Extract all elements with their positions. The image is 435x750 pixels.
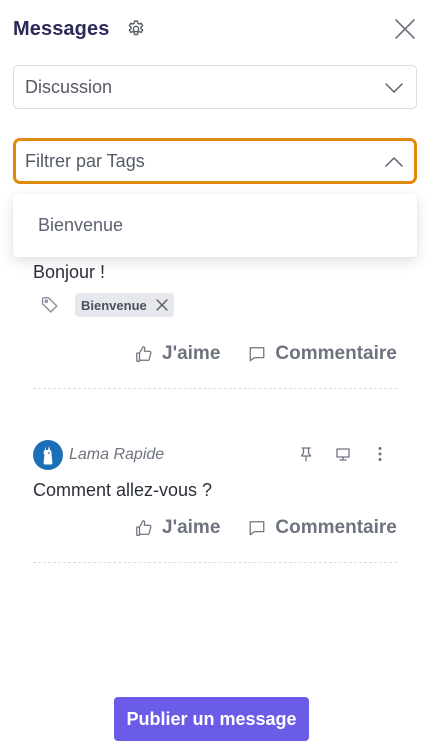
- comment-button[interactable]: Commentaire: [248, 343, 397, 365]
- post-actions: J'aime Commentaire: [135, 343, 397, 365]
- post-actions: J'aime Commentaire: [135, 517, 397, 539]
- chevron-down-icon: [384, 78, 404, 98]
- tag-filter-placeholder: Filtrer par Tags: [25, 150, 145, 171]
- chevron-up-icon: [384, 152, 404, 172]
- comment-button[interactable]: Commentaire: [248, 517, 397, 539]
- post-text: Comment allez-vous ?: [33, 480, 213, 500]
- post-author: Lama Rapide: [33, 440, 164, 470]
- tag-filter-select[interactable]: Filtrer par Tags: [13, 138, 417, 184]
- like-label: J'aime: [162, 343, 221, 364]
- discussion-select[interactable]: Discussion: [13, 65, 417, 109]
- discussion-select-value: Discussion: [25, 76, 113, 97]
- comment-icon: [248, 519, 266, 537]
- avatar[interactable]: [33, 440, 63, 470]
- tag-filter-dropdown: Bienvenue: [13, 194, 417, 257]
- thumbs-up-icon: [135, 345, 153, 363]
- comment-label: Commentaire: [275, 343, 397, 364]
- like-button[interactable]: J'aime: [135, 343, 220, 365]
- messages-panel: Messages Discussion Filtrer par Tags Bie…: [0, 0, 435, 750]
- remove-tag-icon[interactable]: [155, 298, 169, 312]
- tag-option[interactable]: Bienvenue: [38, 215, 123, 236]
- close-icon[interactable]: [393, 17, 417, 41]
- more-options-icon[interactable]: [372, 446, 388, 462]
- author-name: Lama Rapide: [69, 446, 165, 463]
- present-icon[interactable]: [335, 446, 351, 462]
- publish-message-button[interactable]: Publier un message: [114, 697, 309, 741]
- post-divider: [33, 388, 397, 389]
- like-label: J'aime: [162, 517, 221, 538]
- thumbs-up-icon: [135, 519, 153, 537]
- post-tags: Bienvenue: [40, 293, 174, 317]
- gear-icon[interactable]: [126, 19, 146, 39]
- tag-icon: [40, 295, 60, 315]
- tag-chip: Bienvenue: [75, 293, 174, 317]
- panel-title: Messages: [13, 17, 110, 40]
- comment-icon: [248, 345, 266, 363]
- post-tools: [298, 446, 388, 462]
- comment-label: Commentaire: [275, 517, 397, 538]
- pin-icon[interactable]: [298, 446, 314, 462]
- post-divider: [33, 562, 397, 563]
- panel-header: Messages: [13, 14, 417, 44]
- post-text: Bonjour !: [33, 262, 106, 282]
- tag-chip-label: Bienvenue: [81, 297, 147, 313]
- like-button[interactable]: J'aime: [135, 517, 220, 539]
